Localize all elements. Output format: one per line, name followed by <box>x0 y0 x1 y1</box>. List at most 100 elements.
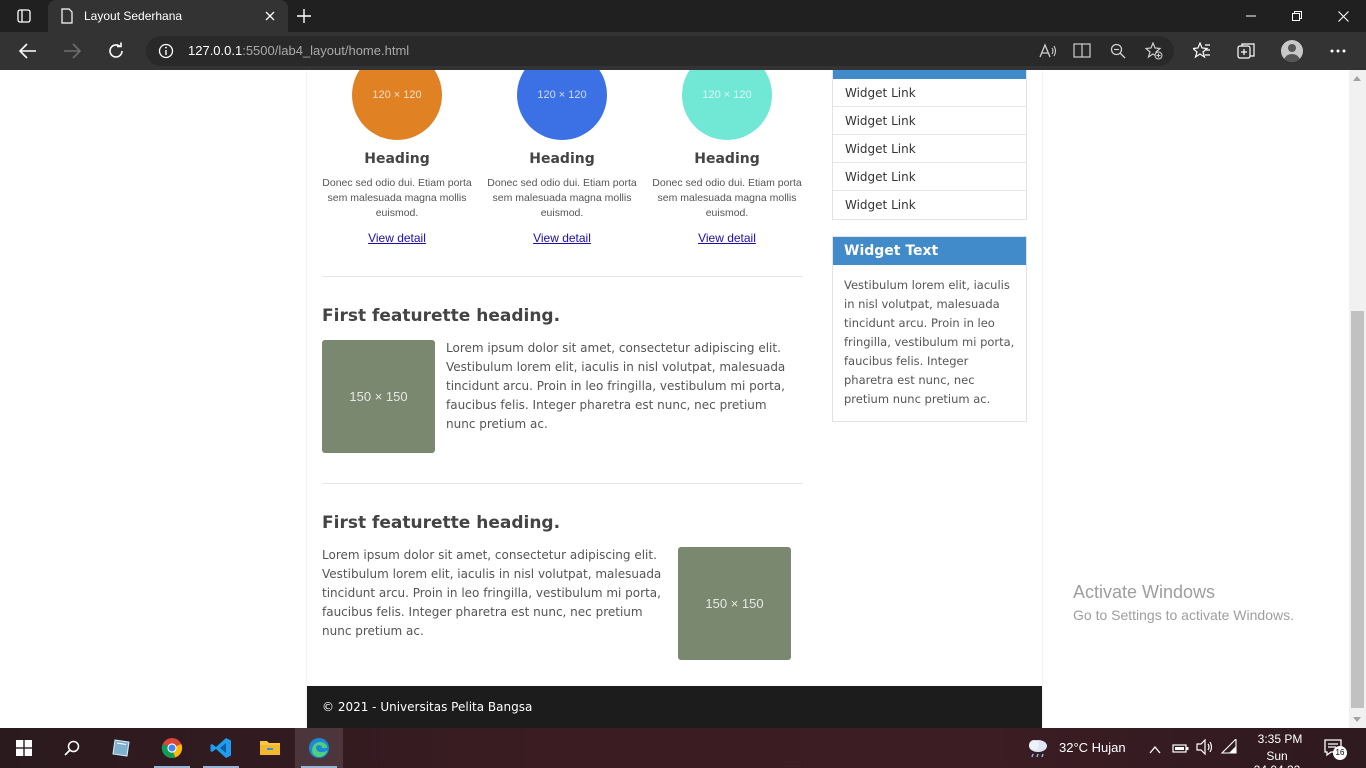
widget-link[interactable]: Widget Link <box>833 79 1026 107</box>
read-aloud-icon <box>1039 43 1057 58</box>
forward-button[interactable] <box>56 35 88 67</box>
notification-center-button[interactable]: 16 <box>1324 739 1347 761</box>
clock-date[interactable]: Sun 24.04.22 <box>1242 749 1312 768</box>
column-text: Donec sed odio dui. Etiam porta sem male… <box>322 177 472 219</box>
scroll-up-icon[interactable] <box>1353 76 1361 81</box>
arrow-right-icon <box>64 43 81 59</box>
zoom-out-icon <box>1110 43 1126 59</box>
info-icon[interactable] <box>158 43 174 59</box>
tab-actions-icon <box>17 9 31 23</box>
profile-button[interactable] <box>1276 35 1308 67</box>
taskbar: 32°C Hujan 3:35 PM Sun 24.04.22 16 <box>0 728 1366 768</box>
page-scrollbar[interactable] <box>1349 70 1366 728</box>
tab-close-button[interactable] <box>262 8 278 24</box>
collections-icon <box>1237 43 1255 59</box>
arrow-left-icon <box>19 43 36 59</box>
column-image-3: 120 × 120 <box>682 70 772 140</box>
page-icon <box>61 8 73 24</box>
widget-link[interactable]: Widget Link <box>833 191 1026 219</box>
url-path: :5500/lab4_layout/home.html <box>242 43 410 58</box>
close-icon <box>265 11 275 21</box>
new-tab-button[interactable] <box>292 4 316 28</box>
column-text: Donec sed odio dui. Etiam porta sem male… <box>487 177 637 219</box>
reader-view-button[interactable] <box>1070 39 1094 63</box>
clock-time[interactable]: 3:35 PM <box>1250 732 1310 746</box>
footer-text: © 2021 - Universitas Pelita Bangsa <box>322 700 533 714</box>
watermark-subtitle: Go to Settings to activate Windows. <box>1073 607 1294 623</box>
edge-icon <box>309 738 329 758</box>
address-bar[interactable]: 127.0.0.1:5500/lab4_layout/home.html <box>146 36 1174 66</box>
start-button[interactable] <box>0 728 48 768</box>
back-button[interactable] <box>12 35 44 67</box>
tab-title: Layout Sederhana <box>84 9 183 23</box>
browser-tab[interactable]: Layout Sederhana <box>48 0 288 32</box>
reader-view-icon <box>1073 43 1091 58</box>
favorites-button[interactable] <box>1186 35 1218 67</box>
read-aloud-button[interactable] <box>1036 39 1060 63</box>
weather-icon[interactable] <box>1026 737 1050 763</box>
taskbar-chrome[interactable] <box>148 728 196 768</box>
column-heading: Heading <box>529 151 595 167</box>
activate-windows-watermark: Activate Windows Go to Settings to activ… <box>1073 582 1294 623</box>
taskbar-file-explorer[interactable] <box>246 728 294 768</box>
close-icon <box>1337 10 1349 22</box>
column-heading: Heading <box>364 151 430 167</box>
browser-toolbar: 127.0.0.1:5500/lab4_layout/home.html <box>0 32 1366 70</box>
widget-text-body: Vestibulum lorem elit, iaculis in nisl v… <box>844 278 1015 406</box>
add-favorite-button[interactable] <box>1142 39 1166 63</box>
zoom-button[interactable] <box>1106 39 1130 63</box>
battery-icon[interactable] <box>1172 740 1190 759</box>
collections-button[interactable] <box>1230 35 1262 67</box>
taskbar-app-tool[interactable] <box>98 728 146 768</box>
widget-link[interactable]: Widget Link <box>833 107 1026 135</box>
widget-links: Widget Link Widget Link Widget Link Widg… <box>832 70 1027 220</box>
favorites-icon <box>1193 42 1210 59</box>
page-container: 120 × 120 120 × 120 120 × 120 Heading Do… <box>307 70 1042 728</box>
tab-actions-button[interactable] <box>8 4 40 28</box>
widget-links-header <box>833 70 1026 79</box>
scroll-down-icon[interactable] <box>1353 717 1361 722</box>
marketing-column-1: Heading Donec sed odio dui. Etiam porta … <box>322 151 472 246</box>
vscode-icon <box>210 738 231 758</box>
divider <box>322 276 802 277</box>
featurette-heading-2: First featurette heading. <box>322 513 561 533</box>
windows-icon <box>16 740 32 756</box>
close-window-button[interactable] <box>1320 0 1366 32</box>
refresh-button[interactable] <box>100 35 132 67</box>
plus-icon <box>297 9 311 23</box>
settings-menu-button[interactable] <box>1322 35 1354 67</box>
scrollbar-thumb[interactable] <box>1351 311 1364 708</box>
featurette-text-2: Lorem ipsum dolor sit amet, consectetur … <box>322 548 662 638</box>
column-image-2: 120 × 120 <box>517 70 607 140</box>
watermark-title: Activate Windows <box>1073 582 1216 602</box>
more-icon <box>1330 49 1346 53</box>
divider <box>322 483 802 484</box>
chevron-up-icon[interactable] <box>1149 741 1161 760</box>
url-text: 127.0.0.1:5500/lab4_layout/home.html <box>188 43 409 58</box>
featurette-heading-1: First featurette heading. <box>322 306 561 326</box>
app-tool-icon <box>112 739 130 757</box>
view-detail-link[interactable]: View detail <box>533 231 591 245</box>
marketing-column-3: Heading Donec sed odio dui. Etiam porta … <box>652 151 802 246</box>
restore-button[interactable] <box>1274 0 1320 32</box>
widget-link[interactable]: Widget Link <box>833 163 1026 191</box>
browser-tab-bar: Layout Sederhana <box>0 0 1366 32</box>
minimize-button[interactable] <box>1228 0 1274 32</box>
star-add-icon <box>1145 42 1163 60</box>
widget-text: Widget Text Vestibulum lorem elit, iacul… <box>832 236 1027 422</box>
taskbar-vscode[interactable] <box>197 728 245 768</box>
widget-text-title: Widget Text <box>833 237 1026 265</box>
view-detail-link[interactable]: View detail <box>698 231 756 245</box>
refresh-icon <box>109 42 123 58</box>
wifi-icon[interactable] <box>1220 737 1238 759</box>
view-detail-link[interactable]: View detail <box>368 231 426 245</box>
search-button[interactable] <box>48 728 96 768</box>
volume-icon[interactable] <box>1196 738 1214 759</box>
taskbar-edge[interactable] <box>295 728 343 768</box>
widget-link[interactable]: Widget Link <box>833 135 1026 163</box>
featurette-image-2: 150 × 150 <box>678 547 791 660</box>
chrome-icon <box>161 738 183 759</box>
page-footer: © 2021 - Universitas Pelita Bangsa <box>307 686 1042 728</box>
weather-text[interactable]: 32°C Hujan <box>1059 740 1126 755</box>
folder-icon <box>260 741 280 755</box>
